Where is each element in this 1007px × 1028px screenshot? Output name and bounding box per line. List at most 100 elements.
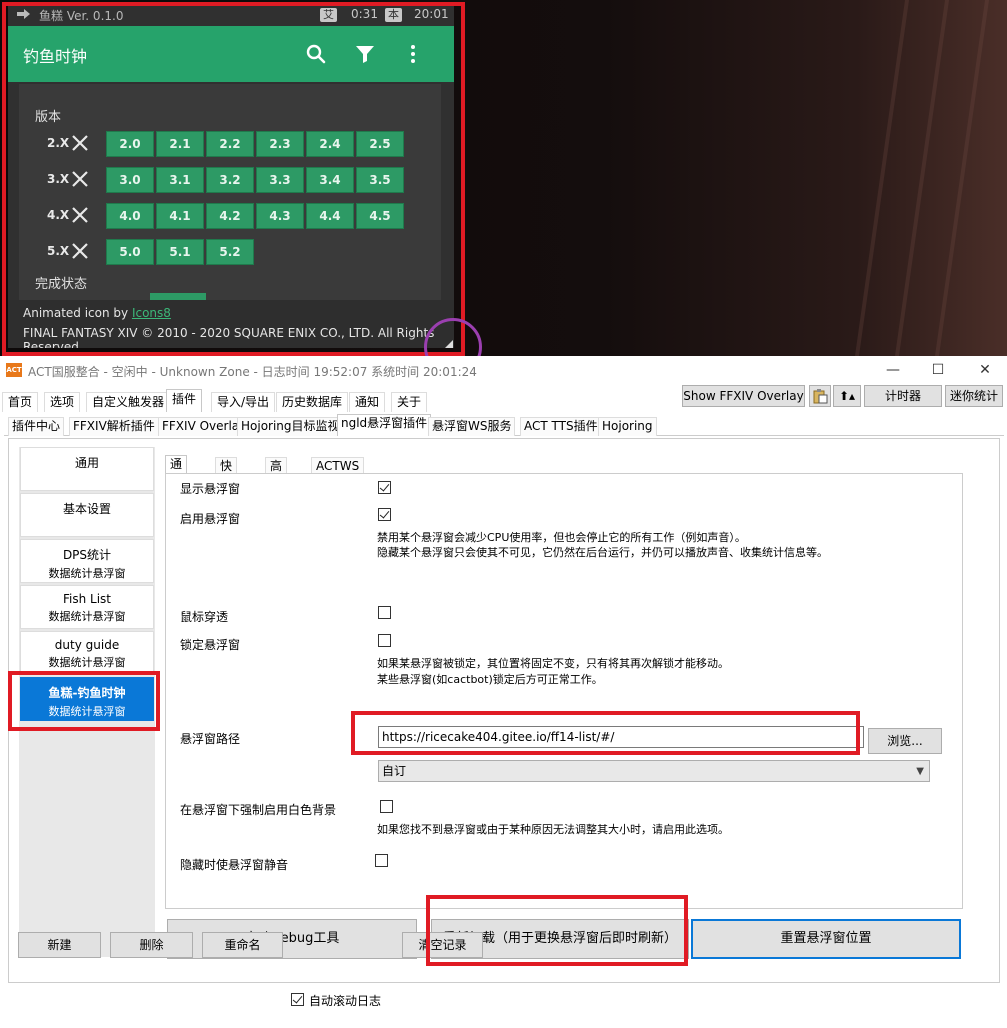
delete-overlay-button[interactable]: 删除 xyxy=(110,932,193,958)
overlay-path-input[interactable] xyxy=(378,726,864,748)
plugin-tab[interactable]: 插件中心 xyxy=(8,417,65,436)
overlay-item-subtitle: 数据统计悬浮窗 xyxy=(48,567,126,580)
pin-icon[interactable]: ⬆▴ xyxy=(833,385,861,407)
version-button[interactable]: 2.0 xyxy=(106,131,154,157)
timer-button[interactable]: 计时器 xyxy=(864,385,942,407)
version-button[interactable]: 4.4 xyxy=(306,203,354,229)
menu-tab[interactable]: 历史数据库 xyxy=(276,392,349,412)
eorzea-time: 0:31 xyxy=(351,7,378,21)
close-button[interactable]: ✕ xyxy=(970,360,1000,380)
overlay-app-title: 鱼糕 Ver. 0.1.0 xyxy=(39,9,124,23)
version-button[interactable]: 4.0 xyxy=(106,203,154,229)
version-button[interactable]: 4.1 xyxy=(156,203,204,229)
act-titlebar[interactable]: ACT ACT国服整合 - 空闲中 - Unknown Zone - 日志时间 … xyxy=(0,356,1007,384)
version-group-label: 3.X xyxy=(47,172,70,186)
overlay-preset-select[interactable]: 自订 ▼ xyxy=(378,760,930,782)
mini-stats-button[interactable]: 迷你统计 xyxy=(945,385,1003,407)
overlay-item-title: Fish List xyxy=(62,592,111,606)
version-button[interactable]: 2.3 xyxy=(256,131,304,157)
overlay-titlebar[interactable]: 鱼糕 Ver. 0.1.0 艾 0:31 本 20:01 xyxy=(8,6,454,24)
close-icon[interactable] xyxy=(71,242,89,260)
act-window: ACT ACT国服整合 - 空闲中 - Unknown Zone - 日志时间 … xyxy=(0,356,1007,1028)
plugin-tab[interactable]: ACT TTS插件 xyxy=(520,417,602,436)
resize-grip-icon[interactable] xyxy=(445,340,453,348)
close-icon[interactable] xyxy=(71,206,89,224)
overlay-item-title: 基本设置 xyxy=(62,502,111,516)
white-bg-label: 在悬浮窗下强制启用白色背景 xyxy=(180,803,337,817)
menu-tab[interactable]: 关于 xyxy=(391,392,428,412)
copyright-text: FINAL FANTASY XIV © 2010 - 2020 SQUARE E… xyxy=(23,326,435,348)
search-icon[interactable] xyxy=(304,42,328,66)
menu-tab[interactable]: 自定义触发器 xyxy=(86,392,171,412)
overlay-item-title: duty guide xyxy=(54,638,120,652)
close-icon[interactable] xyxy=(71,134,89,152)
menu-tab[interactable]: 首页 xyxy=(2,392,39,412)
settings-tab[interactable]: 通用 xyxy=(165,455,188,487)
plugin-tab[interactable]: ngld悬浮窗插件 xyxy=(337,414,432,436)
white-bg-checkbox[interactable] xyxy=(380,800,393,813)
version-button[interactable]: 3.0 xyxy=(106,167,154,193)
version-button[interactable]: 3.1 xyxy=(156,167,204,193)
plugin-tab[interactable]: FFXIV解析插件 xyxy=(69,417,159,436)
version-button[interactable]: 5.2 xyxy=(206,239,254,265)
version-button[interactable]: 4.3 xyxy=(256,203,304,229)
overlay-list-item[interactable]: 鱼糕-钓鱼时钟 数据统计悬浮窗 xyxy=(20,677,154,721)
version-button[interactable]: 3.2 xyxy=(206,167,254,193)
overlay-list-item[interactable]: 基本设置 xyxy=(20,493,154,537)
version-button[interactable]: 2.5 xyxy=(356,131,404,157)
close-icon[interactable] xyxy=(71,170,89,188)
overlay-list-item[interactable]: DPS统计 数据统计悬浮窗 xyxy=(20,539,154,583)
arrow-right-icon[interactable] xyxy=(16,8,32,20)
lock-desc-1: 如果某悬浮窗被锁定，其位置将固定不变，只有将其再次解锁才能移动。 xyxy=(377,657,729,670)
overlay-list[interactable]: 通用 基本设置 DPS统计 数据统计悬浮窗 Fish List 数据统计悬浮窗 duty g… xyxy=(19,447,155,957)
click-through-checkbox[interactable] xyxy=(378,606,391,619)
version-button[interactable]: 3.3 xyxy=(256,167,304,193)
enable-overlay-label: 启用悬浮窗 xyxy=(180,512,241,526)
status-incomplete-button[interactable] xyxy=(150,293,206,300)
clipboard-icon[interactable] xyxy=(809,385,831,407)
menu-tab[interactable]: 插件 xyxy=(166,389,203,412)
mute-hidden-checkbox[interactable] xyxy=(375,854,388,867)
menu-tab[interactable]: 通知 xyxy=(349,392,386,412)
autoscroll-checkbox[interactable] xyxy=(291,993,304,1006)
menu-tab[interactable]: 选项 xyxy=(44,392,81,412)
rename-overlay-button[interactable]: 重命名 xyxy=(202,932,283,958)
maximize-button[interactable]: ☐ xyxy=(923,360,953,380)
plugin-tab[interactable]: 悬浮窗WS服务 xyxy=(428,417,516,436)
menu-tab[interactable]: 导入/导出 xyxy=(211,392,276,412)
overlay-header-title: 钓鱼时钟 xyxy=(23,47,88,66)
clear-log-button[interactable]: 清空记录 xyxy=(402,932,483,958)
version-button[interactable]: 5.0 xyxy=(106,239,154,265)
filter-icon[interactable] xyxy=(353,42,377,66)
overlay-list-item[interactable]: Fish List 数据统计悬浮窗 xyxy=(20,585,154,629)
show-overlay-checkbox[interactable] xyxy=(378,481,391,494)
more-vert-icon[interactable] xyxy=(401,42,425,66)
browse-button[interactable]: 浏览... xyxy=(868,728,942,754)
background-streak xyxy=(934,0,990,356)
version-button[interactable]: 5.1 xyxy=(156,239,204,265)
status-all-button[interactable] xyxy=(37,293,49,300)
enable-desc-2: 隐藏某个悬浮窗只会使其不可见，它仍然在后台运行，并仍可以播放声音、收集统计信息等… xyxy=(377,546,828,559)
completion-label: 完成状态 xyxy=(35,277,88,292)
overlay-list-item[interactable]: 通用 xyxy=(20,447,154,491)
version-button[interactable]: 2.4 xyxy=(306,131,354,157)
version-button[interactable]: 4.5 xyxy=(356,203,404,229)
plugin-tabs: 插件中心 FFXIV解析插件 FFXIV Overlay Hojoring目标监视 ng… xyxy=(4,414,1004,436)
enable-overlay-checkbox[interactable] xyxy=(378,508,391,521)
minimize-button[interactable]: — xyxy=(878,360,908,380)
icons8-link[interactable]: Icons8 xyxy=(132,306,171,320)
overlay-list-item[interactable]: duty guide 数据统计悬浮窗 xyxy=(20,631,154,675)
reset-position-button[interactable]: 重置悬浮窗位置 xyxy=(691,919,961,959)
plugin-tab[interactable]: Hojoring目标监视 xyxy=(237,417,344,436)
version-button[interactable]: 2.1 xyxy=(156,131,204,157)
version-button[interactable]: 4.2 xyxy=(206,203,254,229)
version-button[interactable]: 2.2 xyxy=(206,131,254,157)
plugin-tab[interactable]: Hojoring xyxy=(598,417,657,436)
show-ffxiv-overlay-button[interactable]: Show FFXIV Overlay xyxy=(682,385,805,407)
version-button[interactable]: 3.4 xyxy=(306,167,354,193)
icon-credit-text: Animated icon by xyxy=(23,306,132,320)
lock-overlay-checkbox[interactable] xyxy=(378,634,391,647)
version-button[interactable]: 3.5 xyxy=(356,167,404,193)
new-overlay-button[interactable]: 新建 xyxy=(18,932,101,958)
lock-desc-2: 某些悬浮窗(如cactbot)锁定后方可正常工作。 xyxy=(377,673,603,686)
